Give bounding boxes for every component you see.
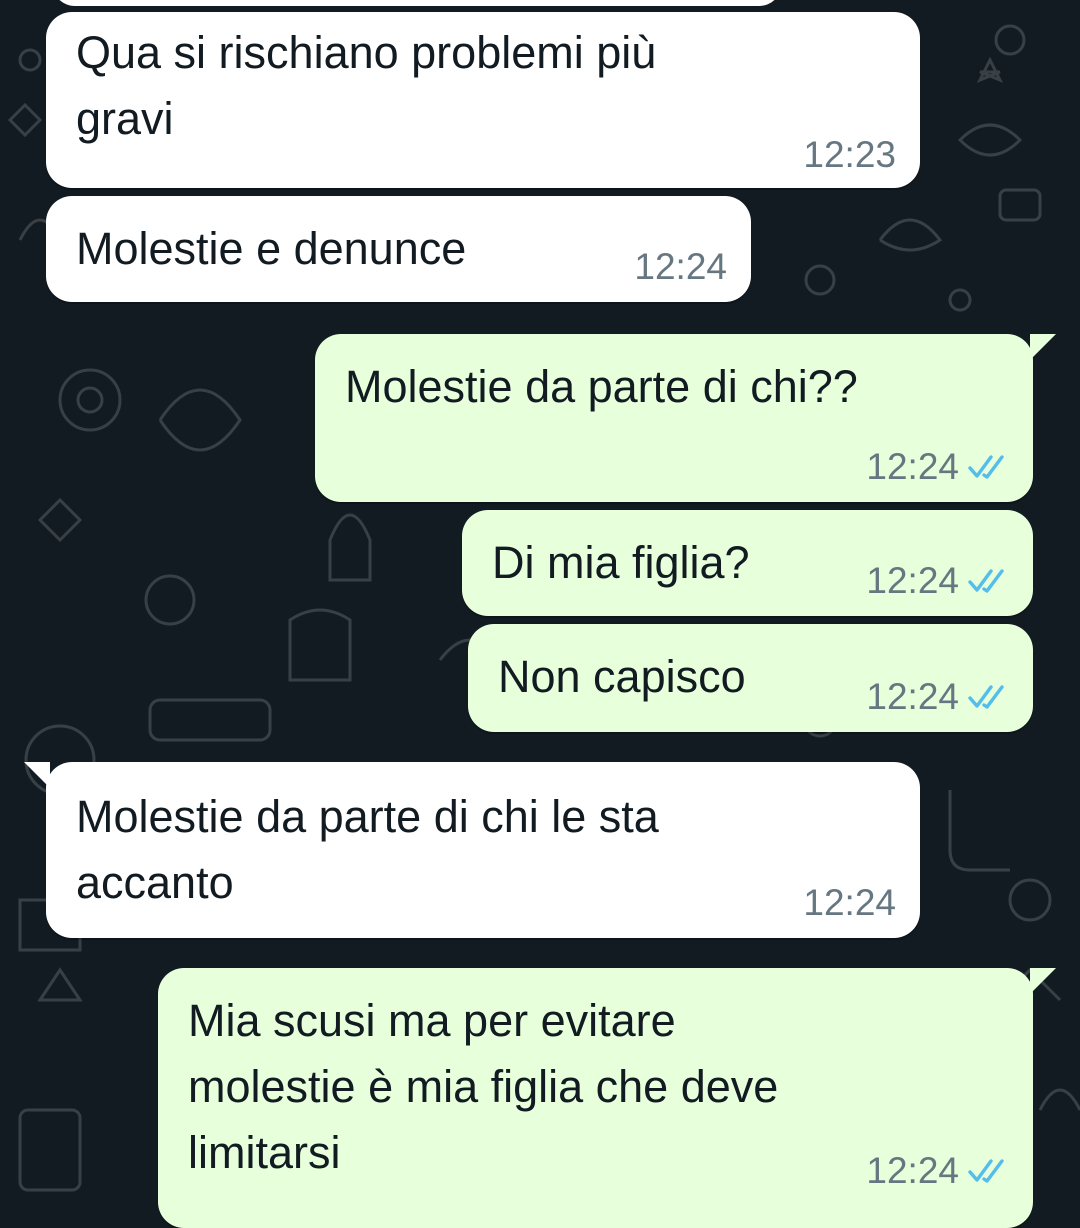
message-text: Mia scusi ma per evitare molestie è mia … [188, 995, 779, 1178]
double-check-read-icon [968, 569, 1004, 593]
bubble-tail [1030, 968, 1056, 994]
incoming-message-bubble[interactable]: Molestie da parte di chi le sta accanto … [46, 762, 920, 938]
double-check-read-icon [968, 455, 1004, 479]
message-meta: 12:24 [803, 882, 896, 924]
message-meta: 12:24 [866, 1150, 1009, 1192]
message-list[interactable]: Qua si rischiano problemi più gravi 12:2… [0, 0, 1080, 1228]
outgoing-message-bubble[interactable]: Mia scusi ma per evitare molestie è mia … [158, 968, 1033, 1228]
message-text: Non capisco [498, 651, 746, 702]
outgoing-message-bubble[interactable]: Molestie da parte di chi?? 12:24 [315, 334, 1033, 502]
message-time: 12:24 [866, 676, 959, 717]
outgoing-message-bubble[interactable]: Di mia figlia? 12:24 [462, 510, 1033, 616]
message-text: Di mia figlia? [492, 537, 750, 588]
message-meta: 12:24 [634, 246, 727, 288]
message-time: 12:24 [866, 1150, 959, 1191]
double-check-read-icon [968, 685, 1004, 709]
previous-message-bubble [52, 0, 782, 6]
message-time: 12:23 [803, 134, 896, 175]
message-time: 12:24 [634, 246, 727, 287]
message-meta: 12:24 [866, 560, 1009, 602]
message-meta: 12:24 [866, 446, 1009, 488]
double-check-read-icon [968, 1159, 1004, 1183]
message-time: 12:24 [866, 446, 959, 487]
message-text: Qua si rischiano problemi più gravi [76, 27, 657, 144]
incoming-message-bubble[interactable]: Molestie e denunce 12:24 [46, 196, 751, 302]
bubble-tail [1030, 334, 1056, 360]
message-time: 12:24 [803, 882, 896, 923]
message-text: Molestie e denunce [76, 223, 467, 274]
message-text: Molestie da parte di chi le sta accanto [76, 791, 659, 908]
outgoing-message-bubble[interactable]: Non capisco 12:24 [468, 624, 1033, 732]
message-meta: 12:24 [866, 676, 1009, 718]
incoming-message-bubble[interactable]: Qua si rischiano problemi più gravi 12:2… [46, 12, 920, 188]
message-time: 12:24 [866, 560, 959, 601]
message-meta: 12:23 [803, 134, 896, 176]
message-text: Molestie da parte di chi?? [345, 361, 858, 412]
